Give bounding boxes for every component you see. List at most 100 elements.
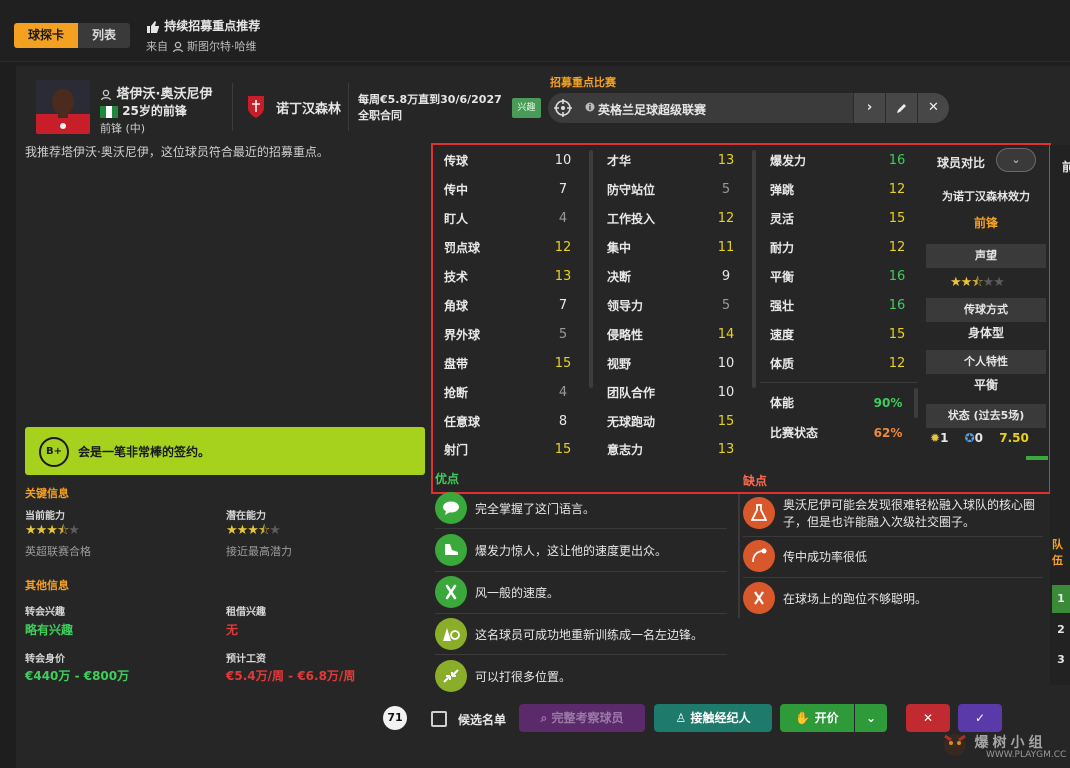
potential-ability-sub: 接近最高潜力 [226,545,292,558]
from-label: 来自 [146,40,168,53]
side-cut-text: 前 [1062,160,1070,174]
current-ability-stars: ★★★⯪★ [25,523,80,538]
recommend-title: 持续招募重点推荐 [146,17,260,34]
target-icon[interactable] [554,99,572,117]
boot-icon [435,534,467,566]
con-item: 奥沃尼伊可能会发现很难轻松融入球队的核心圈子，但是也许能融入次级社交圈子。 [743,497,1048,531]
loan-interest-label: 租借兴趣 [226,607,266,618]
pro-item: 完全掌握了这门语言。 [435,492,735,524]
tab-list[interactable]: 列表 [78,23,131,48]
recommend-from: 来自 斯图尔特·哈维 [146,38,257,54]
divider [435,654,727,655]
divider [435,571,727,572]
contract-type: 全职合同 [358,109,402,122]
cons-label: 缺点 [743,474,768,488]
agent-icon: ♙ [675,711,687,725]
remove-league-button[interactable]: ✕ [917,93,949,123]
con-text: 奥沃尼伊可能会发现很难轻松融入球队的核心圈子，但是也许能融入次级社交圈子。 [783,498,1036,529]
shortlist-checkbox[interactable] [431,711,447,727]
transfer-value: €440万 - €800万 [25,669,130,683]
full-scout-button[interactable]: ⌕ 完整考察球员 [519,704,645,732]
loan-interest: 无 [226,623,239,637]
make-offer-label: 开价 [814,711,839,725]
player-age-role: 25岁的前锋 [100,102,187,119]
person-icon [100,89,112,100]
contact-agent-button[interactable]: ♙ 接触经纪人 [654,704,772,732]
recommend-title-text: 持续招募重点推荐 [164,19,261,33]
club-name[interactable]: 诺丁汉森林 [276,98,341,117]
player-avatar[interactable] [36,80,90,134]
transfer-interest-label: 转会兴趣 [25,607,65,618]
wrong-run-icon [743,582,775,614]
nigeria-flag-icon [100,105,118,118]
transfer-interest: 略有兴趣 [25,623,74,637]
view-switcher: 球探卡 列表 [14,23,131,48]
watermark-text: 爆树小组 [974,735,1047,751]
divider [232,83,233,131]
wage-est-label: 预计工资 [226,654,266,665]
close-icon: ✕ [922,711,934,725]
person-icon [172,41,183,53]
side-row-3[interactable]: 3 [1052,646,1070,674]
interest-badge: 兴趣 [512,98,541,118]
flask-icon [743,497,775,529]
tab-scout-card[interactable]: 球探卡 [14,23,79,48]
side-row-2[interactable]: 2 [1052,616,1070,644]
attribute-count-badge: 71 [383,706,407,730]
pro-item: 爆发力惊人，这让他的速度更出众。 [435,534,735,566]
scout-name[interactable]: 斯图尔特·哈维 [187,40,257,53]
divider [743,577,1043,578]
pro-text: 爆发力惊人，这让他的速度更出众。 [475,543,668,558]
handshake-icon: ✋ [795,711,811,725]
wage-estimate: €5.4万/周 - €6.8万/周 [226,669,356,683]
current-ability-label: 当前能力 [25,511,65,522]
potential-ability-stars: ★★★⯪★ [226,523,281,538]
pro-text: 可以打很多位置。 [475,669,572,684]
pencil-icon [896,103,906,113]
cone-ball-icon [435,618,467,650]
pro-item: 这名球员可成功地重新训练成一名左边锋。 [435,618,735,650]
full-scout-label: 完整考察球员 [551,711,624,725]
search-icon: ⌕ [540,711,548,725]
offer-dropdown-button[interactable]: ⌄ [855,704,887,732]
next-button[interactable]: › [853,93,885,123]
key-info-label: 关键信息 [25,487,69,500]
mascot-icon [944,734,966,756]
divider [743,536,1043,537]
con-item: 传中成功率很低 [743,540,1048,572]
recruit-focus-label: 招募重点比赛 [550,76,616,89]
contact-agent-label: 接触经纪人 [690,711,751,725]
club-crest-icon[interactable] [246,94,266,120]
checkmark-icon: ✓ [974,711,986,725]
recommend-text: 我推荐塔伊沃·奥沃尼伊，这位球员符合最近的招募重点。 [25,145,329,159]
speech-bubble-icon [435,492,467,524]
divider [348,83,349,131]
chevron-down-icon: ⌄ [865,711,877,725]
pro-item: 可以打很多位置。 [435,660,735,692]
edit-button[interactable] [885,93,917,123]
grade-badge: B+ [39,437,69,467]
make-offer-button[interactable]: ✋ 开价 [780,704,854,732]
pro-item: 风一般的速度。 [435,576,735,608]
potential-ability-label: 潜在能力 [226,511,266,522]
player-position: 前锋 (中) [100,122,146,135]
pro-text: 完全掌握了这门语言。 [475,501,596,516]
current-ability-sub: 英超联赛合格 [25,545,91,558]
info-icon[interactable] [585,102,595,112]
league-name: 英格兰足球超级联赛 [598,103,707,117]
verdict-text: 会是一笔非常棒的签约。 [78,445,211,459]
side-row-1[interactable]: 1 [1052,585,1070,613]
thumbs-up-icon [147,20,159,33]
arrows-icon [435,660,467,692]
close-icon: ✕ [928,100,939,115]
divider [738,494,740,618]
side-squad-label: 队伍 [1052,538,1063,567]
pro-text: 风一般的速度。 [475,585,560,600]
con-item: 在球场上的跑位不够聪明。 [743,582,1048,614]
divider [435,528,727,529]
chevron-right-icon: › [866,100,873,115]
other-info-label: 其他信息 [25,579,69,592]
pros-label: 优点 [435,472,460,486]
player-name[interactable]: 塔伊沃·奥沃尼伊 [100,83,212,102]
con-text: 传中成功率很低 [783,549,868,564]
